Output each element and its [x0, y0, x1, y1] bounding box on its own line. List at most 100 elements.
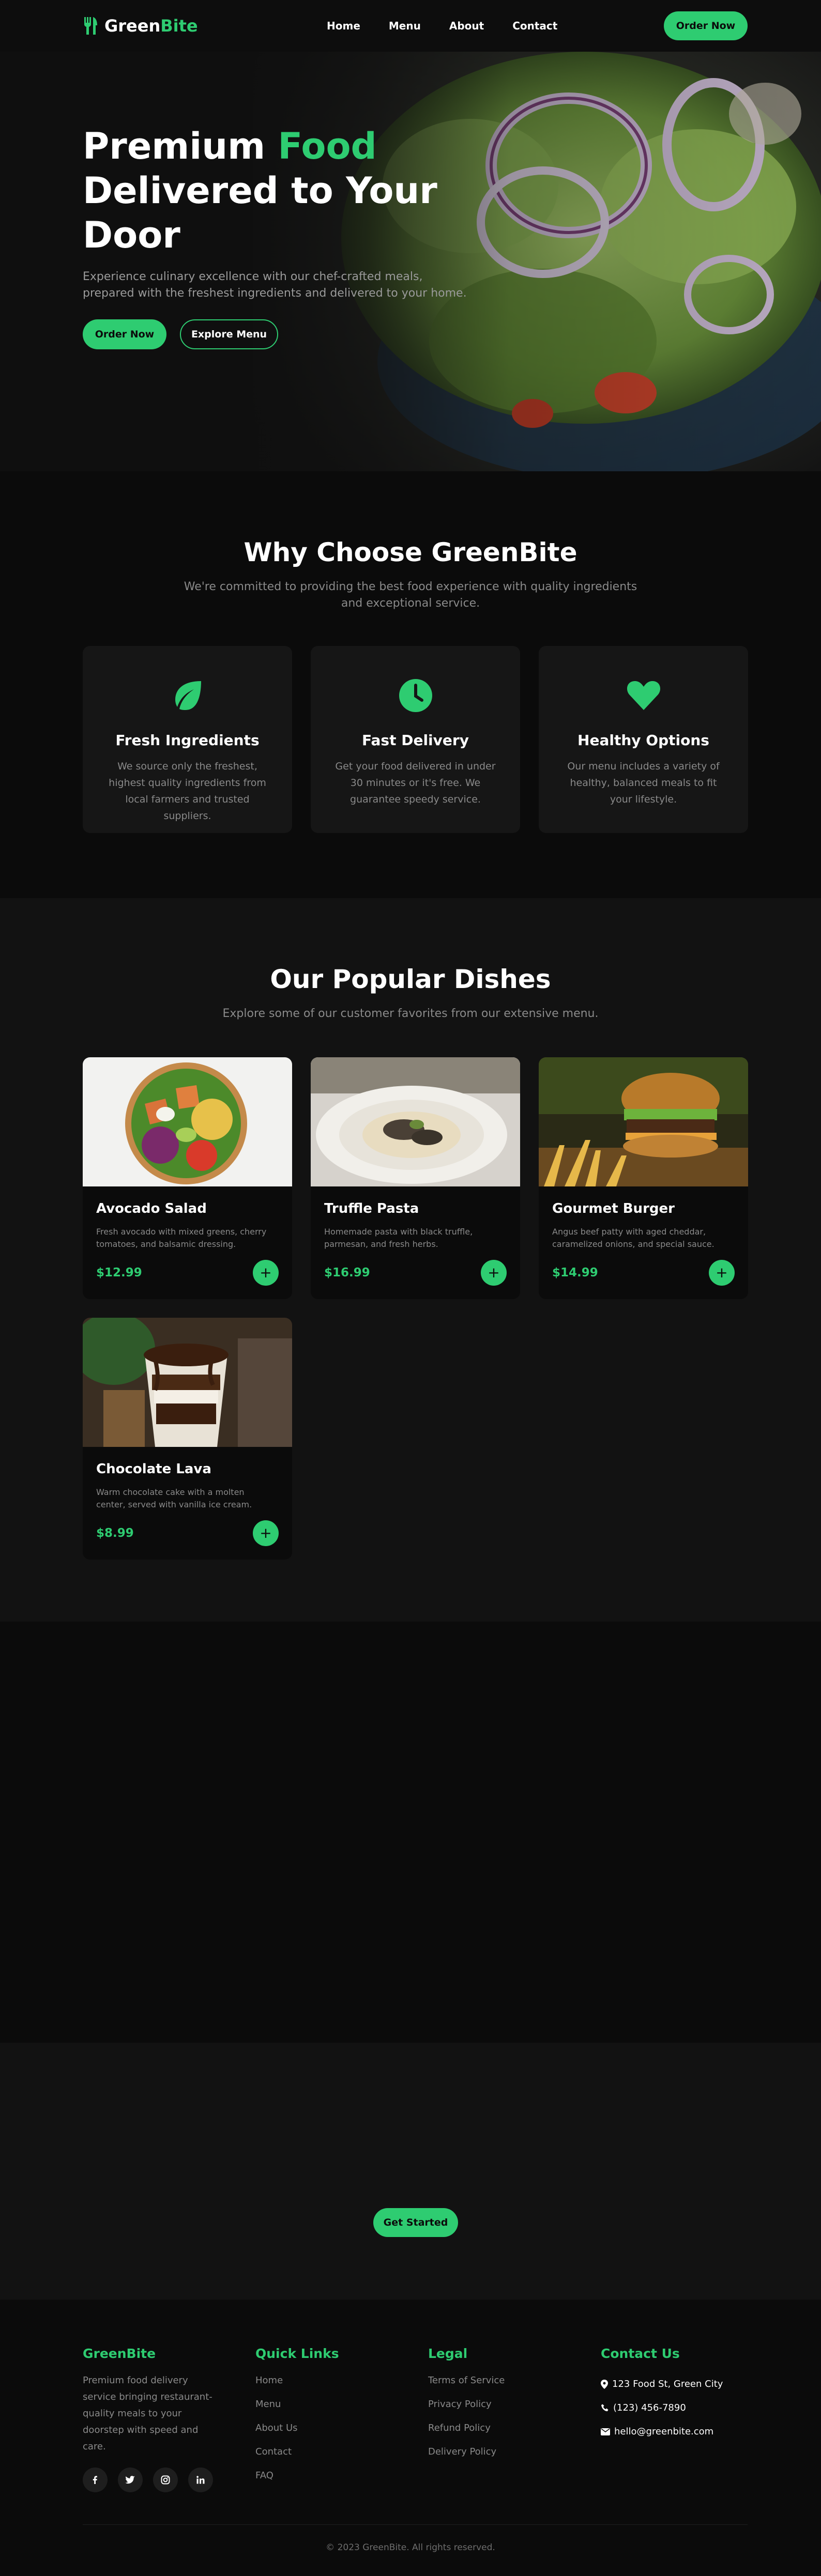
hero-section: Premium Food Delivered to Your Door Expe…: [0, 52, 821, 471]
nav-link-home[interactable]: Home: [327, 20, 360, 32]
contact-list: 123 Food St, Green City (123) 456-7890 h…: [601, 2372, 773, 2444]
footer-divider: [83, 2524, 748, 2525]
nav-link-menu[interactable]: Menu: [389, 20, 421, 32]
dish-card-avocado-salad[interactable]: Avocado Salad Fresh avocado with mixed g…: [83, 1057, 292, 1299]
gourmet-burger-image: [539, 1057, 748, 1186]
hero-title-line2: Delivered to Your: [83, 169, 437, 212]
footer: GreenBite Premium food delivery service …: [0, 2300, 821, 2576]
footer-about-column: GreenBite Premium food delivery service …: [83, 2346, 255, 2492]
nav-link-contact[interactable]: Contact: [512, 20, 557, 32]
hero-content: Premium Food Delivered to Your Door Expe…: [83, 124, 476, 349]
get-started-button[interactable]: Get Started: [373, 2208, 458, 2237]
footer-columns: GreenBite Premium food delivery service …: [83, 2346, 773, 2492]
nav-order-now-button[interactable]: Order Now: [664, 11, 748, 40]
utensils-icon: [84, 17, 97, 35]
dish-price: $16.99: [324, 1266, 370, 1279]
map-pin-icon: [601, 2380, 608, 2389]
hero-title-accent: Food: [278, 125, 377, 167]
instagram-icon[interactable]: [153, 2467, 178, 2492]
footer-link-faq[interactable]: FAQ: [255, 2467, 428, 2491]
dishes-title: Our Popular Dishes: [270, 964, 551, 994]
footer-brand: GreenBite: [83, 2346, 156, 2361]
feature-text: Our menu includes a variety of healthy, …: [567, 761, 720, 805]
popular-dishes-section: Our Popular Dishes Explore some of our c…: [0, 898, 821, 1622]
hero-order-now-button[interactable]: Order Now: [83, 319, 166, 349]
avocado-salad-image: [83, 1057, 292, 1186]
footer-link-terms[interactable]: Terms of Service: [428, 2372, 601, 2396]
social-links: [83, 2467, 255, 2492]
add-to-cart-button[interactable]: +: [253, 1520, 279, 1546]
twitter-icon[interactable]: [118, 2467, 143, 2492]
dish-name: Truffle Pasta: [324, 1201, 419, 1216]
feature-card-fresh: Fresh Ingredients We source only the fre…: [83, 646, 292, 833]
dish-name: Avocado Salad: [96, 1201, 207, 1216]
heart-icon: [627, 681, 660, 710]
dish-description: Fresh avocado with mixed greens, cherry …: [96, 1227, 267, 1249]
dish-price: $12.99: [96, 1266, 142, 1279]
feature-title: Fresh Ingredients: [115, 732, 260, 749]
feature-text: We source only the freshest, highest qua…: [109, 761, 266, 822]
phone-icon: [601, 2404, 609, 2412]
dish-card-truffle-pasta[interactable]: Truffle Pasta Homemade pasta with black …: [311, 1057, 520, 1299]
dish-description: Angus beef patty with aged cheddar, cara…: [552, 1227, 714, 1249]
dish-name: Chocolate Lava: [96, 1461, 211, 1477]
footer-legal-title: Legal: [428, 2346, 468, 2361]
why-subtitle: We're committed to providing the best fo…: [184, 580, 637, 610]
footer-legal-column: Legal Terms of Service Privacy Policy Re…: [428, 2346, 601, 2492]
footer-link-menu[interactable]: Menu: [255, 2396, 428, 2420]
explore-menu-button[interactable]: Explore Menu: [180, 319, 278, 349]
brand-name-part2: Bite: [160, 16, 198, 36]
nav-link-about[interactable]: About: [449, 20, 484, 32]
footer-link-home[interactable]: Home: [255, 2372, 428, 2396]
feature-title: Healthy Options: [577, 732, 709, 749]
dish-price: $8.99: [96, 1526, 134, 1540]
feature-title: Fast Delivery: [362, 732, 469, 749]
contact-phone-text: (123) 456-7890: [613, 2402, 686, 2413]
footer-link-privacy[interactable]: Privacy Policy: [428, 2396, 601, 2420]
footer-link-delivery[interactable]: Delivery Policy: [428, 2444, 601, 2467]
brand-logo[interactable]: GreenBite: [83, 16, 198, 36]
leaf-icon: [175, 681, 201, 710]
feature-card-delivery: Fast Delivery Get your food delivered in…: [311, 646, 520, 833]
truffle-pasta-image: [311, 1057, 520, 1186]
dish-card-chocolate-lava[interactable]: Chocolate Lava Warm chocolate cake with …: [83, 1318, 292, 1560]
dish-card-gourmet-burger[interactable]: Gourmet Burger Angus beef patty with age…: [539, 1057, 748, 1299]
hero-buttons: Order Now Explore Menu: [83, 319, 476, 349]
add-to-cart-button[interactable]: +: [709, 1260, 735, 1286]
dish-price: $14.99: [552, 1266, 598, 1279]
cta-section: Get Started: [0, 2043, 821, 2300]
empty-section: [0, 1622, 821, 2043]
footer-about-text: Premium food delivery service bringing r…: [83, 2375, 212, 2452]
facebook-icon[interactable]: [83, 2467, 108, 2492]
contact-phone[interactable]: (123) 456-7890: [601, 2396, 773, 2420]
hero-title-line3: Door: [83, 214, 180, 256]
page: GreenBite Home Menu About Contact Order …: [0, 0, 821, 2576]
footer-link-refund[interactable]: Refund Policy: [428, 2420, 601, 2444]
why-choose-section: Why Choose GreenBite We're committed to …: [0, 471, 821, 898]
contact-address-text: 123 Food St, Green City: [612, 2379, 723, 2389]
feature-text: Get your food delivered in under 30 minu…: [335, 761, 496, 805]
add-to-cart-button[interactable]: +: [481, 1260, 507, 1286]
legal-links-list: Terms of Service Privacy Policy Refund P…: [428, 2372, 601, 2467]
feature-card-healthy: Healthy Options Our menu includes a vari…: [539, 646, 748, 833]
hero-title: Premium Food Delivered to Your Door: [83, 124, 476, 257]
nav-links: Home Menu About Contact: [327, 20, 557, 32]
dish-description: Warm chocolate cake with a molten center…: [96, 1487, 252, 1509]
dish-description: Homemade pasta with black truffle, parme…: [324, 1227, 473, 1249]
why-title: Why Choose GreenBite: [244, 537, 577, 567]
contact-address: 123 Food St, Green City: [601, 2372, 773, 2396]
chocolate-lava-image: [83, 1318, 292, 1447]
dishes-subtitle: Explore some of our customer favorites f…: [222, 1007, 599, 1020]
copyright-text: © 2023 GreenBite. All rights reserved.: [326, 2542, 495, 2553]
top-navbar: GreenBite Home Menu About Contact Order …: [0, 0, 821, 52]
dish-grid: Avocado Salad Fresh avocado with mixed g…: [83, 1057, 748, 1560]
footer-link-about[interactable]: About Us: [255, 2420, 428, 2444]
footer-contact-column: Contact Us 123 Food St, Green City (123)…: [601, 2346, 773, 2492]
footer-link-contact[interactable]: Contact: [255, 2444, 428, 2467]
linkedin-icon[interactable]: [188, 2467, 213, 2492]
add-to-cart-button[interactable]: +: [253, 1260, 279, 1286]
hero-subtitle: Experience culinary excellence with our …: [83, 270, 467, 300]
brand-name-part1: Green: [104, 16, 161, 36]
footer-quick-links-title: Quick Links: [255, 2346, 339, 2361]
contact-email[interactable]: hello@greenbite.com: [601, 2420, 773, 2444]
